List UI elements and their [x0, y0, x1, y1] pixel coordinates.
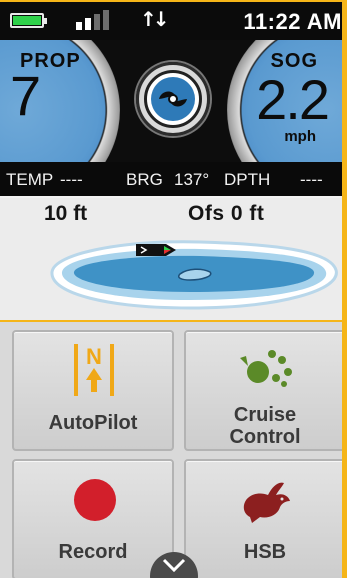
sog-unit: mph [284, 128, 316, 145]
record-label: Record [58, 541, 128, 563]
app-screen: ↑↓ 11:22 AM PROP 7 SOG 2.2 mph TEMP ----… [0, 0, 347, 578]
cruise-control-label-line1: Cruise [233, 404, 297, 426]
north-arrow-icon: N [74, 344, 114, 396]
depth-label: DPTH [224, 170, 271, 189]
status-bar: ↑↓ 11:22 AM [0, 0, 342, 40]
autopilot-button[interactable]: N AutoPilot [12, 330, 174, 451]
cruise-control-button[interactable]: Cruise Control [184, 330, 346, 451]
hsb-label: HSB [243, 541, 287, 563]
sog-value: 2.2 [256, 68, 330, 131]
autopilot-label: AutoPilot [48, 412, 138, 434]
depth-value: ---- [300, 170, 323, 189]
info-strip: TEMP ---- BRG 137° DPTH ---- [0, 162, 342, 196]
map-panel[interactable]: 10 ft Ofs 0 ft [0, 196, 342, 322]
hsb-button[interactable]: HSB [184, 459, 346, 578]
chevron-down-icon [162, 558, 186, 572]
right-accent-edge [342, 0, 347, 578]
gauge-panel: PROP 7 SOG 2.2 mph [0, 40, 342, 162]
cruise-control-icon [240, 350, 292, 387]
data-transfer-arrows-icon: ↑↓ [140, 7, 169, 31]
rabbit-icon [243, 482, 290, 523]
brg-value: 137° [174, 170, 210, 189]
record-dot-icon [74, 479, 116, 521]
depth-readout: 10 ft [44, 202, 88, 225]
cruise-control-label-line2: Control [229, 426, 301, 448]
signal-strength-icon [76, 10, 116, 30]
prop-value: 7 [10, 64, 42, 127]
temp-label: TEMP [6, 170, 54, 189]
battery-icon [10, 13, 47, 28]
action-tiles: N AutoPilot Cruise Control Record HSB [0, 322, 346, 578]
svg-text:N: N [86, 344, 102, 369]
lake-map [50, 240, 338, 310]
temp-value: ---- [60, 170, 83, 189]
clock-time: 11:22 AM [243, 9, 342, 34]
propeller-button[interactable] [136, 62, 210, 136]
record-button[interactable]: Record [12, 459, 174, 578]
brg-label: BRG [126, 170, 163, 189]
top-accent-line [0, 0, 347, 2]
offset-readout: Ofs 0 ft [188, 202, 265, 225]
propeller-icon [151, 77, 195, 121]
